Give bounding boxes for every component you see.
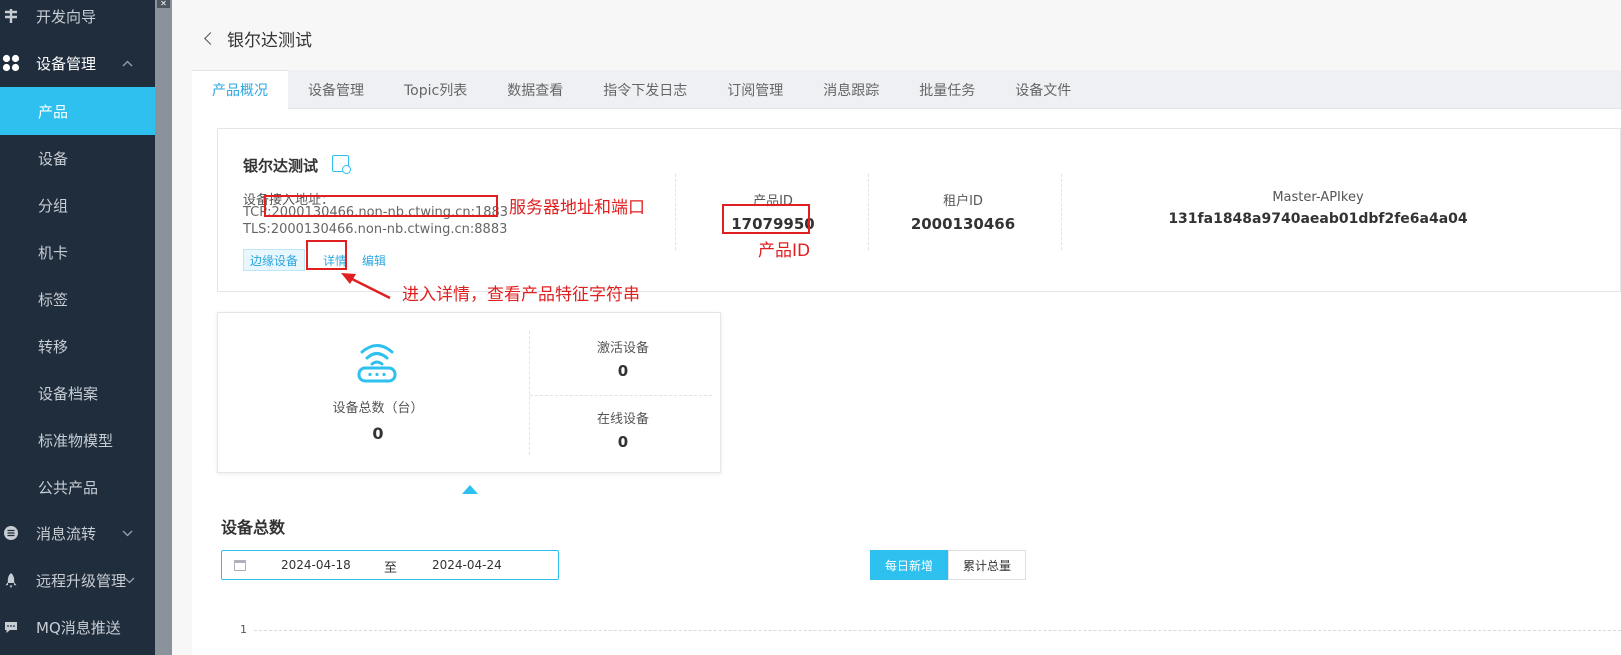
chart-mode-toggle: 每日新增 累计总量: [870, 550, 1027, 580]
sidebar-collapse-strip: [155, 0, 172, 655]
close-icon[interactable]: ✕: [157, 0, 170, 8]
compass-icon: [0, 5, 22, 27]
tls-address: TLS:2000130466.non-nb.ctwing.cn:8883: [243, 222, 508, 237]
sidebar-item-label: 产品: [38, 102, 69, 121]
sidebar-item-label: 分组: [38, 196, 69, 215]
calendar-icon: [234, 560, 246, 571]
y-axis-tick: 1: [240, 623, 247, 636]
search-doc-icon[interactable]: [332, 155, 351, 174]
sidebar-item-label: 消息流转: [36, 524, 97, 543]
tab-content: 银尔达测试 设备接入地址： TCP:2000130466.non-nb.ctwi…: [192, 109, 1621, 655]
chat-icon: [0, 616, 22, 638]
sidebar-item-label: 标准物模型: [38, 431, 114, 450]
sidebar-item-label: 开发向导: [36, 7, 97, 26]
sidebar-item-transfer[interactable]: 转移: [0, 322, 155, 370]
device-stats-card: 设备总数（台） 0 激活设备 0 在线设备 0: [217, 312, 721, 473]
tenant-id-label: 租户ID: [943, 194, 983, 209]
online-devices-label: 在线设备: [596, 412, 649, 427]
date-range-picker[interactable]: 2024-04-18 至 2024-04-24: [221, 550, 559, 580]
annotation-detail-text: 进入详情，查看产品特征字符串: [402, 285, 640, 305]
grid-line: [254, 630, 1621, 631]
active-devices-label: 激活设备: [596, 341, 649, 356]
tab-bar: 产品概况 设备管理 Topic列表 数据查看 指令下发日志 订阅管理 消息跟踪 …: [192, 70, 1621, 109]
divider: [1061, 174, 1062, 250]
router-icon: [354, 339, 400, 389]
total-devices-block: 设备总数（台） 0: [298, 397, 458, 443]
sidebar-item-group[interactable]: 分组: [0, 181, 155, 229]
sidebar-item-label: 公共产品: [38, 478, 99, 497]
tab-device-management[interactable]: 设备管理: [288, 70, 384, 109]
page-title: 银尔达测试: [227, 31, 312, 51]
annotation-arrow-icon: [341, 273, 391, 300]
chevron-left-icon: [204, 32, 217, 45]
back-link[interactable]: 银尔达测试: [204, 26, 312, 51]
tab-data-view[interactable]: 数据查看: [487, 70, 583, 109]
cumulative-total-button[interactable]: 累计总量: [948, 550, 1027, 580]
chevron-down-icon: [122, 527, 133, 540]
sidebar-item-label: 远程升级管理: [36, 571, 127, 590]
annotation-box-server: [264, 195, 498, 217]
rocket-icon: [0, 569, 22, 591]
apikey-block: Master-APIkey 131fa1848a9740aeab01dbf2fe…: [1168, 190, 1468, 227]
tab-message-trace[interactable]: 消息跟踪: [803, 70, 899, 109]
sidebar-item-message-flow[interactable]: 消息流转: [0, 509, 155, 557]
sidebar-item-dev-guide[interactable]: 开发向导: [0, 0, 155, 40]
sidebar-item-label: 设备: [38, 149, 69, 168]
active-devices-block: 激活设备 0: [558, 337, 688, 380]
sidebar-item-product[interactable]: 产品: [0, 87, 155, 135]
tenant-id-block: 租户ID 2000130466: [908, 190, 1018, 233]
sidebar-item-label: 设备管理: [36, 54, 97, 73]
end-date[interactable]: 2024-04-24: [432, 558, 502, 572]
chevron-up-icon: [122, 57, 133, 70]
apikey-label: Master-APIkey: [1272, 190, 1364, 205]
sidebar-item-sim-card[interactable]: 机卡: [0, 228, 155, 276]
product-name: 银尔达测试: [243, 157, 319, 175]
sidebar-item-label: MQ消息推送: [36, 618, 121, 637]
online-devices-block: 在线设备 0: [558, 408, 688, 451]
active-devices-value: 0: [617, 362, 629, 380]
divider: [529, 331, 530, 455]
divider: [530, 395, 712, 396]
sidebar-item-label: 标签: [38, 290, 69, 309]
list-circle-icon: [0, 522, 22, 544]
date-separator: 至: [384, 561, 398, 576]
divider: [868, 174, 869, 250]
edge-device-tag[interactable]: 边缘设备: [243, 249, 306, 271]
sidebar-item-standard-model[interactable]: 标准物模型: [0, 416, 155, 464]
online-devices-value: 0: [617, 433, 629, 451]
sidebar-item-ota[interactable]: 远程升级管理: [0, 556, 155, 604]
caret-up-icon: [462, 485, 478, 494]
annotation-box-product-id: [722, 204, 810, 234]
tab-topic-list[interactable]: Topic列表: [384, 70, 487, 109]
chart-title: 设备总数: [221, 518, 286, 537]
sidebar-item-mq-push[interactable]: MQ消息推送: [0, 603, 155, 651]
sidebar-item-label: 机卡: [38, 243, 69, 262]
annotation-product-id-text: 产品ID: [758, 241, 811, 261]
tab-command-log[interactable]: 指令下发日志: [583, 70, 707, 109]
divider: [675, 174, 676, 250]
start-date[interactable]: 2024-04-18: [281, 558, 351, 572]
grid-icon: [0, 52, 22, 74]
sidebar-item-public-product[interactable]: 公共产品: [0, 463, 155, 511]
sidebar-item-device-management[interactable]: 设备管理: [0, 39, 155, 87]
daily-new-button[interactable]: 每日新增: [870, 550, 949, 580]
sidebar-item-label: 转移: [38, 337, 69, 356]
annotation-server-text: 服务器地址和端口: [509, 198, 645, 218]
sidebar-item-label: 设备档案: [38, 384, 99, 403]
total-devices-value: 0: [372, 424, 384, 443]
apikey-value: 131fa1848a9740aeab01dbf2fe6a4a04: [1168, 211, 1468, 227]
tenant-id-value: 2000130466: [910, 215, 1016, 233]
total-devices-label: 设备总数（台）: [332, 401, 424, 416]
tab-subscription[interactable]: 订阅管理: [707, 70, 803, 109]
sidebar: 开发向导 设备管理 产品 设备 分组 机卡 标签 转移 设备档案 标准物模型 公…: [0, 0, 155, 655]
main-area: 银尔达测试 产品概况 设备管理 Topic列表 数据查看 指令下发日志 订阅管理…: [172, 0, 1621, 655]
chevron-down-icon: [124, 574, 135, 587]
tab-batch-task[interactable]: 批量任务: [899, 70, 995, 109]
sidebar-item-device-archive[interactable]: 设备档案: [0, 369, 155, 417]
tab-device-file[interactable]: 设备文件: [995, 70, 1091, 109]
annotation-box-detail: [306, 240, 347, 270]
tab-product-overview[interactable]: 产品概况: [192, 70, 288, 109]
sidebar-item-device[interactable]: 设备: [0, 134, 155, 182]
sidebar-item-tag[interactable]: 标签: [0, 275, 155, 323]
